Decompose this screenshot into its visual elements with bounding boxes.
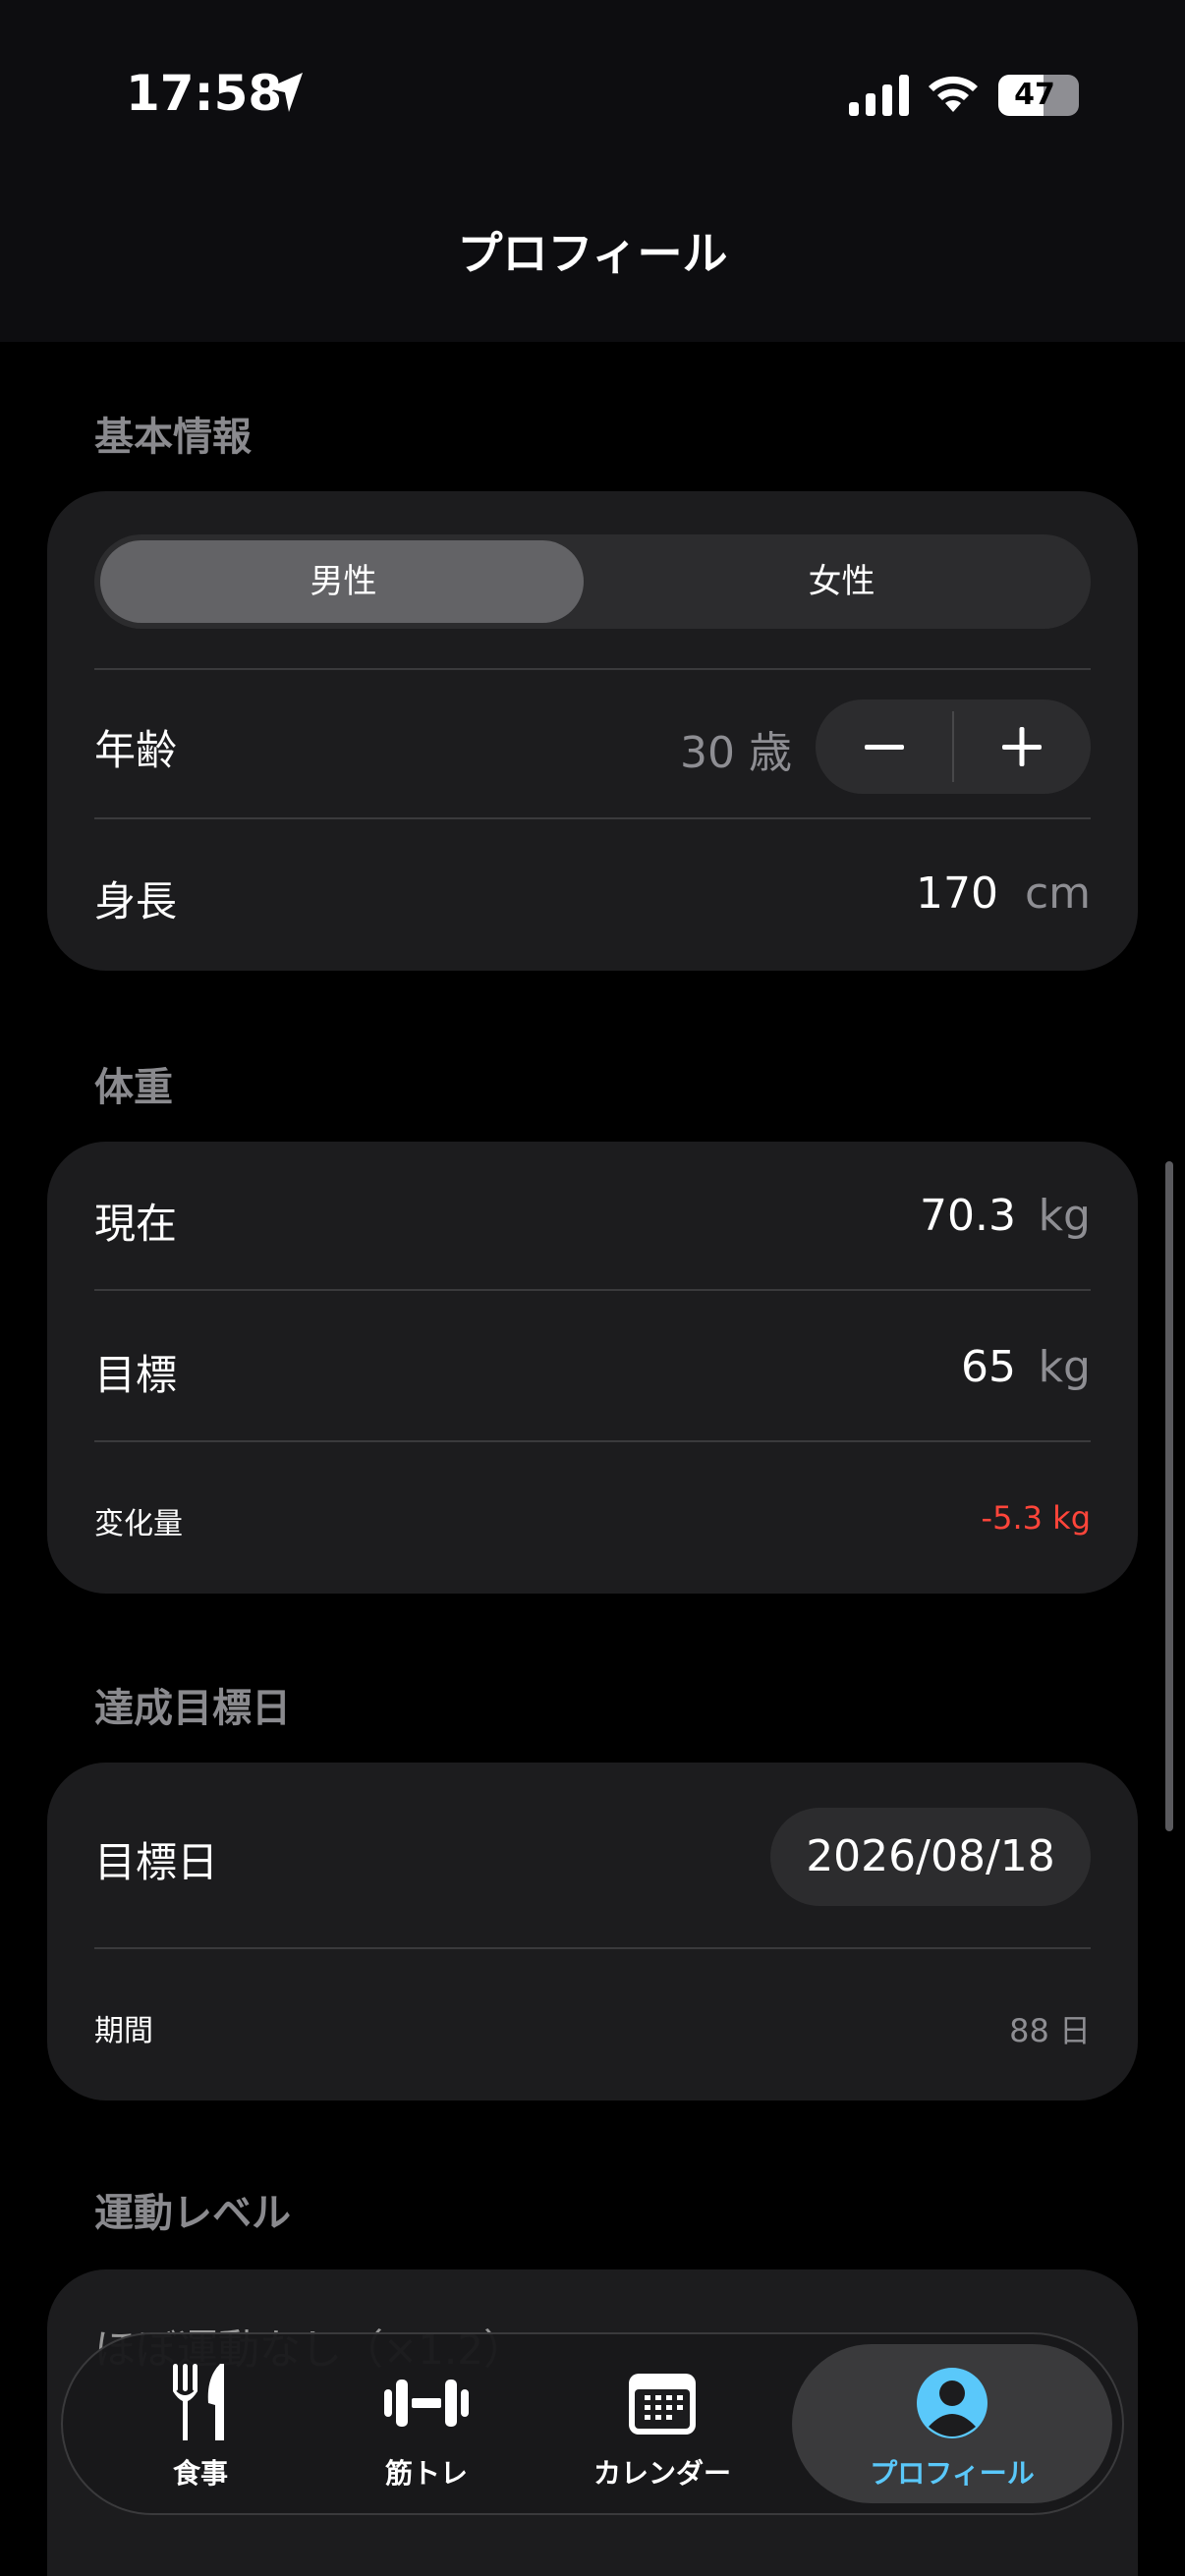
wifi-icon: [929, 76, 978, 112]
current-weight-unit: kg: [1038, 1191, 1091, 1241]
tab-label-profile: プロフィール: [870, 2457, 1035, 2490]
tab-bar: 食事 筋トレ カレンダー プロフィール: [61, 2332, 1124, 2515]
tab-label-meals: 食事: [172, 2457, 228, 2490]
scroll-indicator[interactable]: [1165, 1161, 1173, 1831]
cellular-signal-icon: [849, 75, 909, 116]
weight-change-value: -5.3 kg: [981, 1499, 1091, 1537]
current-weight-value[interactable]: 70.3: [920, 1191, 1016, 1241]
fork-knife-icon: [173, 2364, 224, 2440]
divider: [94, 668, 1091, 670]
minus-icon: [865, 745, 904, 750]
tab-calendar[interactable]: カレンダー: [554, 2334, 770, 2513]
battery-level: 47: [1014, 78, 1055, 112]
basic-info-card: 男性 女性 年齢 30 歳 身長 170 cm: [47, 491, 1138, 971]
header: 17:58 47 プロフィール: [0, 0, 1185, 342]
increment-button[interactable]: [953, 700, 1091, 794]
gender-segmented-control[interactable]: 男性 女性: [94, 534, 1091, 629]
plus-icon: [1002, 727, 1042, 766]
goal-date-label: 目標日: [94, 1838, 219, 1886]
gender-option-male[interactable]: 男性: [94, 534, 592, 629]
target-weight-value[interactable]: 65: [961, 1342, 1016, 1392]
decrement-button[interactable]: [816, 700, 953, 794]
section-label-basic-info: 基本情報: [94, 415, 252, 460]
goal-date-picker[interactable]: 2026/08/18: [770, 1808, 1091, 1906]
page-title: プロフィール: [457, 227, 728, 280]
section-label-activity: 運動レベル: [94, 2191, 291, 2236]
divider: [94, 1289, 1091, 1291]
age-label: 年齢: [94, 726, 178, 774]
goal-date-card: 目標日 2026/08/18 期間 88 日: [47, 1763, 1138, 2100]
period-value: 88 日: [1009, 2012, 1091, 2049]
calendar-icon: [629, 2374, 696, 2435]
current-weight-label: 現在: [94, 1200, 178, 1248]
weight-change-label: 変化量: [94, 1507, 183, 1541]
person-circle-icon: [917, 2368, 988, 2438]
divider: [94, 1440, 1091, 1442]
tab-profile[interactable]: プロフィール: [792, 2334, 1112, 2513]
status-time: 17:58: [126, 65, 283, 122]
height-unit: cm: [1024, 868, 1091, 919]
gender-option-female[interactable]: 女性: [592, 534, 1091, 629]
location-arrow-icon: [267, 73, 303, 112]
divider: [94, 1947, 1091, 1949]
age-unit: 歳: [749, 728, 792, 778]
tab-label-calendar: カレンダー: [592, 2457, 731, 2490]
divider: [94, 817, 1091, 819]
age-value-display: 30 歳: [680, 717, 792, 780]
period-label: 期間: [94, 2014, 153, 2048]
height-value[interactable]: 170: [916, 868, 998, 919]
tab-meals[interactable]: 食事: [102, 2334, 299, 2513]
battery-indicator: 47: [998, 75, 1079, 116]
status-bar: 17:58 47: [0, 0, 1185, 196]
age-value: 30: [680, 728, 735, 778]
tab-training[interactable]: 筋トレ: [328, 2334, 525, 2513]
age-stepper[interactable]: [816, 700, 1091, 794]
target-weight-unit: kg: [1038, 1342, 1091, 1392]
section-label-weight: 体重: [94, 1065, 173, 1110]
height-label: 身長: [94, 877, 178, 925]
tab-label-training: 筋トレ: [384, 2457, 468, 2490]
weight-card: 現在 70.3 kg 目標 65 kg 変化量 -5.3 kg: [47, 1142, 1138, 1594]
target-weight-label: 目標: [94, 1351, 178, 1399]
dumbbell-icon: [384, 2380, 469, 2427]
section-label-goal-date: 達成目標日: [94, 1686, 291, 1731]
profile-screen: 17:58 47 プロフィール 基本情報 男性 女性 年齢 30 歳 身長 17…: [0, 0, 1185, 2576]
